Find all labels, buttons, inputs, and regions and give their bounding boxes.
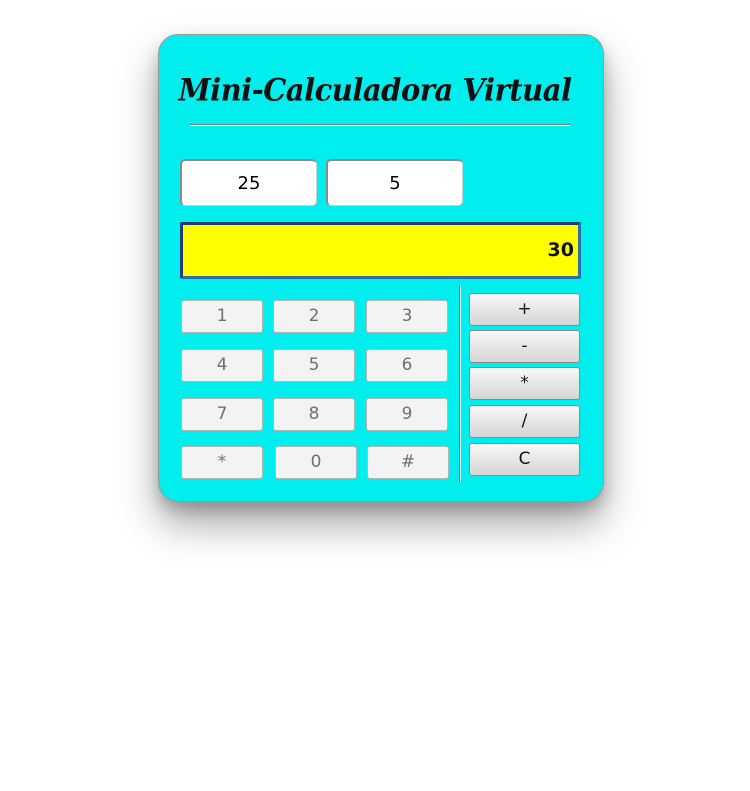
key-8-button[interactable]: 8 [273,398,355,431]
key-6-button[interactable]: 6 [366,349,448,382]
clear-button[interactable]: C [469,443,580,476]
first-number-input[interactable] [180,159,317,206]
title-divider [190,124,570,126]
key-7-button[interactable]: 7 [181,398,263,431]
add-button[interactable]: + [469,293,580,326]
divide-button[interactable]: / [469,405,580,438]
key-3-button[interactable]: 3 [366,300,448,333]
page-title: Mini-Calculadora Virtual [178,72,572,108]
key-5-button[interactable]: 5 [273,349,355,382]
subtract-button[interactable]: - [469,330,580,363]
result-display: 30 [180,222,581,279]
key-9-button[interactable]: 9 [366,398,448,431]
key-4-button[interactable]: 4 [181,349,263,382]
key-0-button[interactable]: 0 [275,446,357,479]
key-1-button[interactable]: 1 [181,300,263,333]
key-star-button[interactable]: * [181,446,263,479]
multiply-button[interactable]: * [469,367,580,400]
key-2-button[interactable]: 2 [273,300,355,333]
key-hash-button[interactable]: # [367,446,449,479]
operations-separator [459,285,461,482]
second-number-input[interactable] [326,159,463,206]
